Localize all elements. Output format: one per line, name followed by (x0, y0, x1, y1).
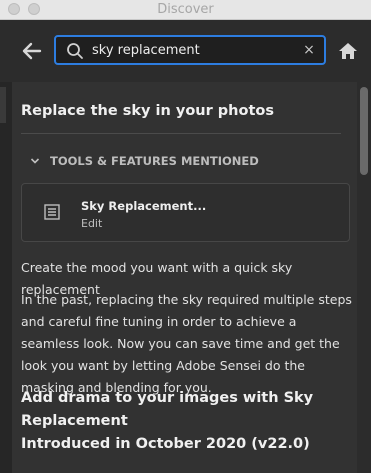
search-input[interactable] (92, 40, 292, 60)
close-icon[interactable]: × (302, 42, 316, 58)
back-arrow-icon[interactable] (20, 40, 44, 62)
article-title: Replace the sky in your photos (21, 103, 274, 119)
scrollbar-thumb[interactable] (360, 87, 368, 175)
search-icon (66, 42, 84, 60)
panel-edge-notch (0, 87, 6, 123)
home-icon[interactable] (337, 41, 359, 61)
section-heading: Add drama to your images with Sky Replac… (21, 387, 351, 456)
section-heading-title: Add drama to your images with Sky Replac… (21, 390, 314, 429)
tool-name: Sky Replacement... (81, 199, 207, 213)
menu-list-icon (43, 203, 61, 221)
tool-menu: Edit (81, 217, 103, 230)
window-titlebar: Discover (0, 0, 371, 20)
tools-header-label: TOOLS & FEATURES MENTIONED (50, 154, 259, 168)
tool-card-sky-replacement[interactable]: Sky Replacement... Edit (21, 183, 350, 242)
divider (21, 133, 341, 134)
chevron-down-icon (30, 157, 40, 168)
body-paragraph: In the past, replacing the sky required … (21, 292, 352, 395)
search-bar: × (0, 20, 371, 82)
window-title: Discover (157, 2, 214, 17)
tools-section-toggle[interactable]: TOOLS & FEATURES MENTIONED (30, 154, 259, 168)
scrollbar[interactable] (357, 82, 371, 473)
section-heading-subtitle: Introduced in October 2020 (v22.0) (21, 436, 310, 452)
panel-left-edge (0, 82, 12, 473)
article-content: Replace the sky in your photos TOOLS & F… (12, 82, 357, 473)
search-field[interactable]: × (54, 35, 326, 65)
